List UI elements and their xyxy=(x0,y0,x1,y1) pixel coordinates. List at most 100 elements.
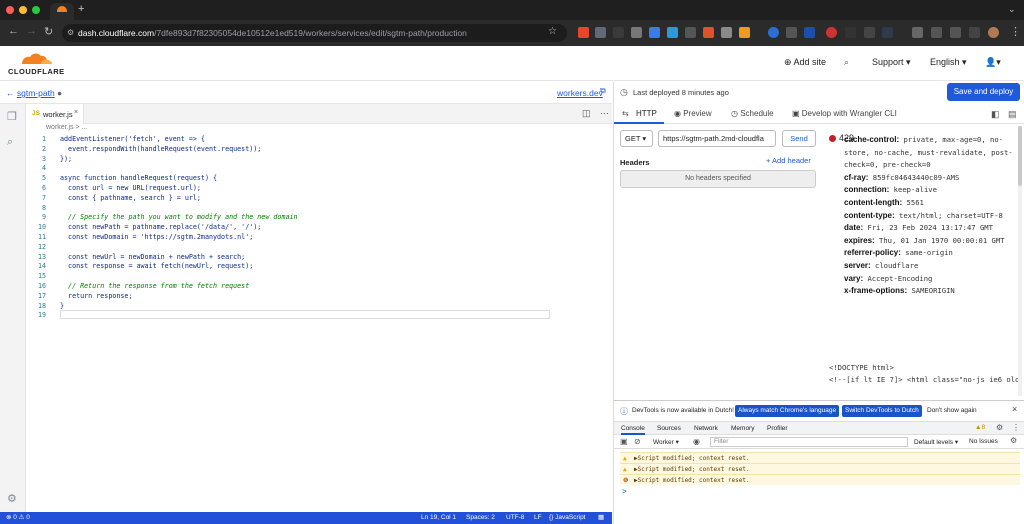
downloads-icon[interactable] xyxy=(950,27,961,38)
forward-arrow-icon[interactable]: → xyxy=(26,25,37,37)
language-mode[interactable]: {} JavaScript xyxy=(549,512,586,524)
search-icon[interactable]: ⌕ xyxy=(7,136,13,149)
extension-icon[interactable] xyxy=(578,27,589,38)
save-and-deploy-button[interactable]: Save and deploy xyxy=(947,83,1020,101)
extension-icon[interactable] xyxy=(864,27,875,38)
extension-icon[interactable] xyxy=(739,27,750,38)
devtools-settings-icon[interactable]: ⚙ xyxy=(996,423,1003,432)
close-window-button[interactable] xyxy=(6,6,14,14)
cursor-position[interactable]: Ln 19, Col 1 xyxy=(421,512,456,524)
add-site-button[interactable]: ⊕ Add site xyxy=(784,57,826,68)
browser-tab[interactable] xyxy=(50,3,74,20)
switch-to-dutch-button[interactable]: Switch DevTools to Dutch xyxy=(842,405,922,417)
preview-tabs: ⇆ HTTP ◉ Preview ◷ Schedule ▣ Develop wi… xyxy=(614,104,1024,124)
console-message[interactable]: ▲ ▶Script modified; context reset. xyxy=(620,463,1020,474)
minimize-window-button[interactable] xyxy=(19,6,27,14)
split-editor-icon[interactable]: ◫ xyxy=(582,108,591,119)
add-header-button[interactable]: + Add header xyxy=(766,156,811,165)
request-url-input[interactable]: https://sgtm-path.2md-cloudfla xyxy=(658,130,776,147)
support-dropdown[interactable]: Support ▾ xyxy=(872,57,911,68)
send-button[interactable]: Send xyxy=(782,130,816,147)
extension-icon[interactable] xyxy=(703,27,714,38)
cloudflare-logo-icon[interactable] xyxy=(14,51,54,65)
extension-icon[interactable] xyxy=(882,27,893,38)
back-arrow-icon[interactable]: ← xyxy=(8,25,19,37)
tab-memory[interactable]: Memory xyxy=(731,425,754,432)
site-info-icon[interactable]: ⚙ xyxy=(67,24,74,42)
warning-count[interactable]: ▲8 xyxy=(975,424,985,431)
no-headers-placeholder: No headers specified xyxy=(620,170,816,188)
browser-menu-icon[interactable]: ⋮ xyxy=(1010,25,1021,38)
tab-wrangler[interactable]: ▣ Develop with Wrangler CLI xyxy=(792,109,897,118)
tab-schedule[interactable]: ◷ Schedule xyxy=(731,109,774,118)
layout-icon[interactable]: ▦ xyxy=(598,512,604,524)
workers-dev-link[interactable]: workers.dev xyxy=(557,88,603,98)
extension-icon[interactable] xyxy=(667,27,678,38)
devtools-menu-icon[interactable]: ⋮ xyxy=(1012,423,1020,432)
bookmark-star-icon[interactable]: ☆ xyxy=(548,26,557,37)
sidebar-toggle-icon[interactable]: ▣ xyxy=(620,437,628,446)
extension-icon[interactable] xyxy=(786,27,797,38)
encoding[interactable]: UTF-8 xyxy=(506,512,524,524)
extension-icon[interactable] xyxy=(631,27,642,38)
external-link-icon[interactable]: ⧉ xyxy=(600,86,606,96)
console-prompt[interactable]: > xyxy=(622,487,627,496)
extension-icon[interactable] xyxy=(613,27,624,38)
search-icon[interactable]: ⌕ xyxy=(844,57,849,68)
problems-indicator[interactable]: ⊗ 0 ⚠ 0 xyxy=(6,512,30,524)
tab-search-chevron-icon[interactable]: ⌄ xyxy=(1008,4,1016,15)
console-filter-input[interactable]: Filter xyxy=(710,437,908,447)
tab-sources[interactable]: Sources xyxy=(657,425,681,432)
address-bar[interactable]: ⚙ dash.cloudflare.com/7dfe893d7f82305054… xyxy=(62,24,567,42)
close-tab-icon[interactable]: × xyxy=(74,109,78,116)
tab-network[interactable]: Network xyxy=(694,425,718,432)
code-editor[interactable]: 1 addEventListener('fetch', event => {2 e… xyxy=(26,135,612,512)
language-dropdown[interactable]: English ▾ xyxy=(930,57,967,68)
maximize-window-button[interactable] xyxy=(32,6,40,14)
panel-layout-icon[interactable]: ◧ xyxy=(991,109,1000,120)
live-expression-eye-icon[interactable]: ◉ xyxy=(693,437,700,446)
profile-avatar[interactable] xyxy=(988,27,999,38)
console-message[interactable]: ▲ ▶Script modified; context reset. xyxy=(620,452,1020,463)
reload-icon[interactable]: ↻ xyxy=(44,25,53,38)
extension-icon[interactable] xyxy=(685,27,696,38)
settings-gear-icon[interactable]: ⚙ xyxy=(7,492,17,505)
console-message[interactable]: ❻ ▶Script modified; context reset. xyxy=(620,474,1020,485)
log-levels-dropdown[interactable]: Default levels ▾ xyxy=(914,438,958,446)
files-icon[interactable]: ❐ xyxy=(7,110,17,123)
console-settings-icon[interactable]: ⚙ xyxy=(1010,436,1017,445)
method-select[interactable]: GET ▾ xyxy=(620,130,653,147)
code-line: // Return the response from the fetch re… xyxy=(60,282,250,290)
extension-icon[interactable] xyxy=(768,27,779,38)
new-tab-button[interactable]: + xyxy=(78,3,84,15)
extensions-puzzle-icon[interactable] xyxy=(912,27,923,38)
response-header-row: cache-control: private, max-age=0, no-st… xyxy=(834,134,1024,172)
extension-icon[interactable] xyxy=(845,27,856,38)
more-actions-icon[interactable]: ⋯ xyxy=(600,108,609,119)
tab-worker-js[interactable]: JS worker.js × xyxy=(26,104,84,124)
line-ending[interactable]: LF xyxy=(534,512,542,524)
clear-console-icon[interactable]: ⊘ xyxy=(634,437,641,446)
tab-console[interactable]: Console xyxy=(621,425,645,435)
tab-preview[interactable]: ◉ Preview xyxy=(674,109,712,118)
response-scrollbar[interactable] xyxy=(1018,126,1022,396)
tab-groups-icon[interactable] xyxy=(969,27,980,38)
back-to-worker-link[interactable]: ← sgtm-path ● xyxy=(6,88,62,98)
close-notice-icon[interactable]: × xyxy=(1012,404,1017,414)
tab-profiler[interactable]: Profiler xyxy=(767,425,788,432)
always-match-language-button[interactable]: Always match Chrome's language xyxy=(735,405,840,417)
extension-icon[interactable] xyxy=(826,27,837,38)
panel-toggle-icon[interactable]: ▤ xyxy=(1008,109,1017,120)
indentation[interactable]: Spaces: 2 xyxy=(466,512,495,524)
extension-icon[interactable] xyxy=(649,27,660,38)
tab-http[interactable]: ⇆ HTTP xyxy=(614,104,664,124)
scrollbar-thumb[interactable] xyxy=(1018,126,1022,186)
dont-show-again-button[interactable]: Don't show again xyxy=(927,407,977,414)
extension-icon[interactable] xyxy=(595,27,606,38)
issues-indicator[interactable]: No Issues xyxy=(969,438,998,445)
extension-icon[interactable] xyxy=(804,27,815,38)
account-menu[interactable]: 👤▾ xyxy=(985,57,1001,68)
extension-icon[interactable] xyxy=(721,27,732,38)
sidebar-icon[interactable] xyxy=(931,27,942,38)
context-select[interactable]: Worker ▾ xyxy=(653,438,679,446)
